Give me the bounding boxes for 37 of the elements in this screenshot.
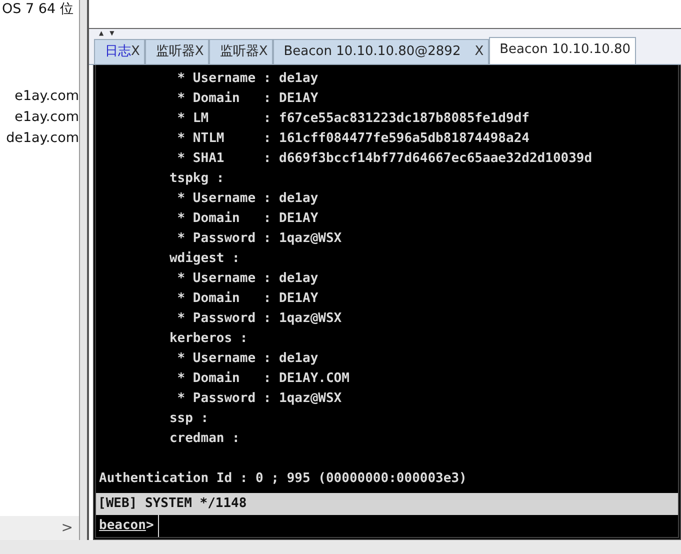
console-line: ssp : [168,411,209,426]
host-text: OS 7 64 位 [1,0,75,18]
console-line: * SHA1 : d669f3bccf14bf77d64667ec65aae32d2d10039d [176,151,592,166]
console-line: * NTLM : 161cff084477fe596a5db81874498a24 [176,131,530,146]
console-line: * Username : de1ay [176,271,318,286]
tab[interactable]: Beacon 10.10.10.80@2892 X [272,39,489,64]
host-text: de1ay.com [5,129,79,148]
console-line: kerberos : [168,331,248,346]
splitter[interactable] [80,0,89,540]
console-line: * Password : 1qaz@WSX [176,231,342,246]
console-line: * Domain : DE1AY [176,211,318,226]
tab[interactable]: 日志X [94,39,145,64]
console-line: * Domain : DE1AY.COM [176,371,350,386]
scroll-right-arrow[interactable]: > [61,520,73,536]
console-line: Authentication Id : 0 ; 995 (00000000:000003e3) [99,471,467,486]
console-line: * Username : de1ay [176,191,318,206]
console-line: wdigest : [168,251,240,266]
console-line: credman : [168,431,240,446]
tab[interactable]: 监听器X [208,39,273,64]
tab[interactable]: 监听器X [144,39,209,64]
prompt-label: beacon> [96,515,159,537]
close-icon[interactable]: X [194,44,204,59]
tab[interactable]: Beacon 10.10.10.80 [488,37,636,64]
console-line: * Username : de1ay [176,71,318,86]
close-icon[interactable]: X [131,44,140,59]
console-line: * Password : 1qaz@WSX [176,391,342,406]
console-line: * Domain : DE1AY [176,91,318,106]
host-text: e1ay.com [14,108,79,127]
console-line: tspkg : [168,171,224,186]
close-icon[interactable]: X [474,44,484,59]
console-line: * Password : 1qaz@WSX [176,311,342,326]
host-text: e1ay.com [14,87,79,106]
console-line: * Domain : DE1AY [176,291,318,306]
status-bar: [WEB] SYSTEM */1148 [96,493,678,515]
console-line: * LM : f67ce55ac831223dc187b8085fe1d9df [176,111,530,126]
console-line: * Username : de1ay [176,351,318,366]
close-icon[interactable]: X [258,44,268,59]
